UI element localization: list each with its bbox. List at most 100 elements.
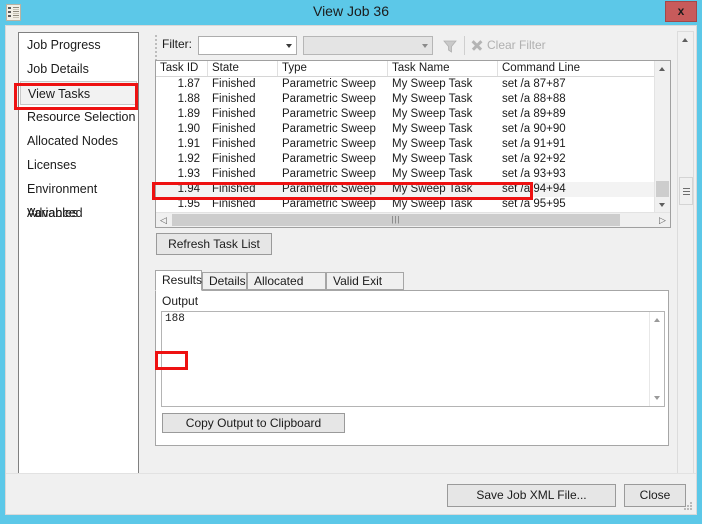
scroll-up-arrow-icon[interactable] <box>655 61 670 77</box>
filter-value-select[interactable] <box>303 36 433 55</box>
sidebar-item-resource-selection[interactable]: Resource Selection <box>19 105 138 129</box>
table-row[interactable]: 1.87 Finished Parametric Sweep My Sweep Tas… <box>156 77 655 92</box>
column-header-state[interactable]: State <box>208 61 278 76</box>
sidebar-item-view-tasks[interactable]: View Tasks <box>20 81 137 105</box>
cell-id: 1.88 <box>177 93 200 105</box>
refresh-task-list-button[interactable]: Refresh Task List <box>156 233 272 255</box>
cell-state: Finished <box>212 198 256 210</box>
cell-name: My Sweep Task <box>392 183 473 195</box>
main-content: Filter: Clear Filter Task ID State Type … <box>153 32 671 474</box>
cell-id: 1.95 <box>177 198 200 210</box>
sidebar-item-job-details[interactable]: Job Details <box>19 57 138 81</box>
scroll-down-arrow-icon[interactable] <box>655 197 670 213</box>
column-header-task-name[interactable]: Task Name <box>388 61 498 76</box>
horizontal-scroll-thumb[interactable]: ||| <box>172 214 620 226</box>
table-row[interactable]: 1.91 Finished Parametric Sweep My Sweep Tas… <box>156 137 655 152</box>
output-textarea[interactable]: 188 <box>161 311 665 407</box>
table-row[interactable]: 1.94 Finished Parametric Sweep My Sweep Tas… <box>156 182 655 197</box>
cell-type: Parametric Sweep <box>282 138 376 150</box>
cell-cmd: set /a 90+90 <box>502 123 566 135</box>
table-row[interactable]: 1.89 Finished Parametric Sweep My Sweep Tas… <box>156 107 655 122</box>
cell-type: Parametric Sweep <box>282 123 376 135</box>
chevron-down-icon <box>286 44 292 48</box>
close-window-button[interactable]: x <box>665 1 697 22</box>
cell-type: Parametric Sweep <box>282 153 376 165</box>
funnel-filter-icon[interactable] <box>440 36 460 56</box>
column-header-command-line[interactable]: Command Line <box>498 61 655 76</box>
cell-cmd: set /a 92+92 <box>502 153 566 165</box>
cell-state: Finished <box>212 93 256 105</box>
scroll-right-arrow-icon[interactable]: ▷ <box>655 213 670 227</box>
window-title: View Job 36 <box>312 3 389 19</box>
cell-type: Parametric Sweep <box>282 198 376 210</box>
view-job-window: View Job 36 x Job Progress Job Details V… <box>0 0 702 524</box>
filter-label: Filter: <box>162 37 192 51</box>
save-job-xml-button[interactable]: Save Job XML File... <box>447 484 616 507</box>
cell-type: Parametric Sweep <box>282 108 376 120</box>
cell-state: Finished <box>212 153 256 165</box>
resize-grip[interactable] <box>682 500 694 512</box>
sidebar-item-job-progress[interactable]: Job Progress <box>19 33 138 57</box>
table-row[interactable]: 1.93 Finished Parametric Sweep My Sweep Tas… <box>156 167 655 182</box>
cell-cmd: set /a 91+91 <box>502 138 566 150</box>
cell-type: Parametric Sweep <box>282 93 376 105</box>
tab-allocated-nodes[interactable]: Allocated Nodes <box>247 272 326 305</box>
vertical-scroll-thumb[interactable] <box>656 181 669 197</box>
cell-cmd: set /a 89+89 <box>502 108 566 120</box>
toolbar-separator <box>464 36 465 55</box>
table-row[interactable]: 1.88 Finished Parametric Sweep My Sweep Tas… <box>156 92 655 107</box>
cell-name: My Sweep Task <box>392 153 473 165</box>
dialog-scroll-up-arrow-icon[interactable] <box>678 32 693 48</box>
cell-name: My Sweep Task <box>392 78 473 90</box>
dialog-scroll-thumb[interactable] <box>679 177 693 205</box>
cell-name: My Sweep Task <box>392 198 473 210</box>
tab-results[interactable]: Results <box>155 270 202 291</box>
output-vertical-scrollbar[interactable] <box>649 312 664 406</box>
tab-details[interactable]: Details <box>202 272 247 290</box>
chevron-down-icon <box>422 44 428 48</box>
dialog-vertical-scrollbar[interactable] <box>677 31 694 475</box>
copy-output-to-clipboard-button[interactable]: Copy Output to Clipboard <box>162 413 345 433</box>
close-dialog-button[interactable]: Close <box>624 484 686 507</box>
output-scroll-down-arrow-icon[interactable] <box>650 390 664 406</box>
cell-state: Finished <box>212 168 256 180</box>
cell-id: 1.91 <box>177 138 200 150</box>
column-header-task-id[interactable]: Task ID <box>156 61 208 76</box>
clear-x-icon[interactable] <box>471 39 483 51</box>
table-horizontal-scrollbar[interactable]: ◁ ||| ▷ <box>156 212 670 227</box>
toolbar-grip-handle[interactable] <box>155 35 158 61</box>
dialog-footer: Save Job XML File... Close <box>6 473 696 514</box>
results-tabstrip: Results Details Allocated Nodes Valid Ex… <box>155 270 669 305</box>
cell-type: Parametric Sweep <box>282 78 376 90</box>
sidebar-item-advanced[interactable]: Advanced <box>19 201 138 225</box>
cell-cmd: set /a 95+95 <box>502 198 566 210</box>
cell-id: 1.87 <box>177 78 200 90</box>
scroll-left-arrow-icon[interactable]: ◁ <box>156 213 171 227</box>
output-scroll-up-arrow-icon[interactable] <box>650 312 664 328</box>
title-bar: View Job 36 x <box>0 0 702 25</box>
sidebar-item-licenses[interactable]: Licenses <box>19 153 138 177</box>
table-row[interactable]: 1.92 Finished Parametric Sweep My Sweep Tas… <box>156 152 655 167</box>
output-label: Output <box>162 294 199 308</box>
navigation-sidebar: Job Progress Job Details View Tasks Reso… <box>18 32 139 474</box>
clear-filter-label[interactable]: Clear Filter <box>487 38 546 52</box>
column-header-type[interactable]: Type <box>278 61 388 76</box>
output-value: 188 <box>165 313 185 325</box>
cell-state: Finished <box>212 138 256 150</box>
sidebar-item-environment-variables[interactable]: Environment Variables <box>19 177 138 220</box>
cell-state: Finished <box>212 123 256 135</box>
cell-cmd: set /a 93+93 <box>502 168 566 180</box>
cell-name: My Sweep Task <box>392 168 473 180</box>
filter-property-select[interactable] <box>198 36 297 55</box>
table-row[interactable]: 1.90 Finished Parametric Sweep My Sweep Tas… <box>156 122 655 137</box>
tab-valid-exit-codes[interactable]: Valid Exit Codes <box>326 272 404 305</box>
table-vertical-scrollbar[interactable] <box>654 61 670 213</box>
cell-id: 1.94 <box>177 183 200 195</box>
cell-type: Parametric Sweep <box>282 168 376 180</box>
sidebar-item-allocated-nodes[interactable]: Allocated Nodes <box>19 129 138 153</box>
cell-state: Finished <box>212 183 256 195</box>
table-row[interactable]: 1.95 Finished Parametric Sweep My Sweep Tas… <box>156 197 655 212</box>
table-body: 1.87 Finished Parametric Sweep My Sweep Tas… <box>156 77 655 213</box>
cell-name: My Sweep Task <box>392 123 473 135</box>
table-header-row: Task ID State Type Task Name Command Line <box>156 61 655 77</box>
